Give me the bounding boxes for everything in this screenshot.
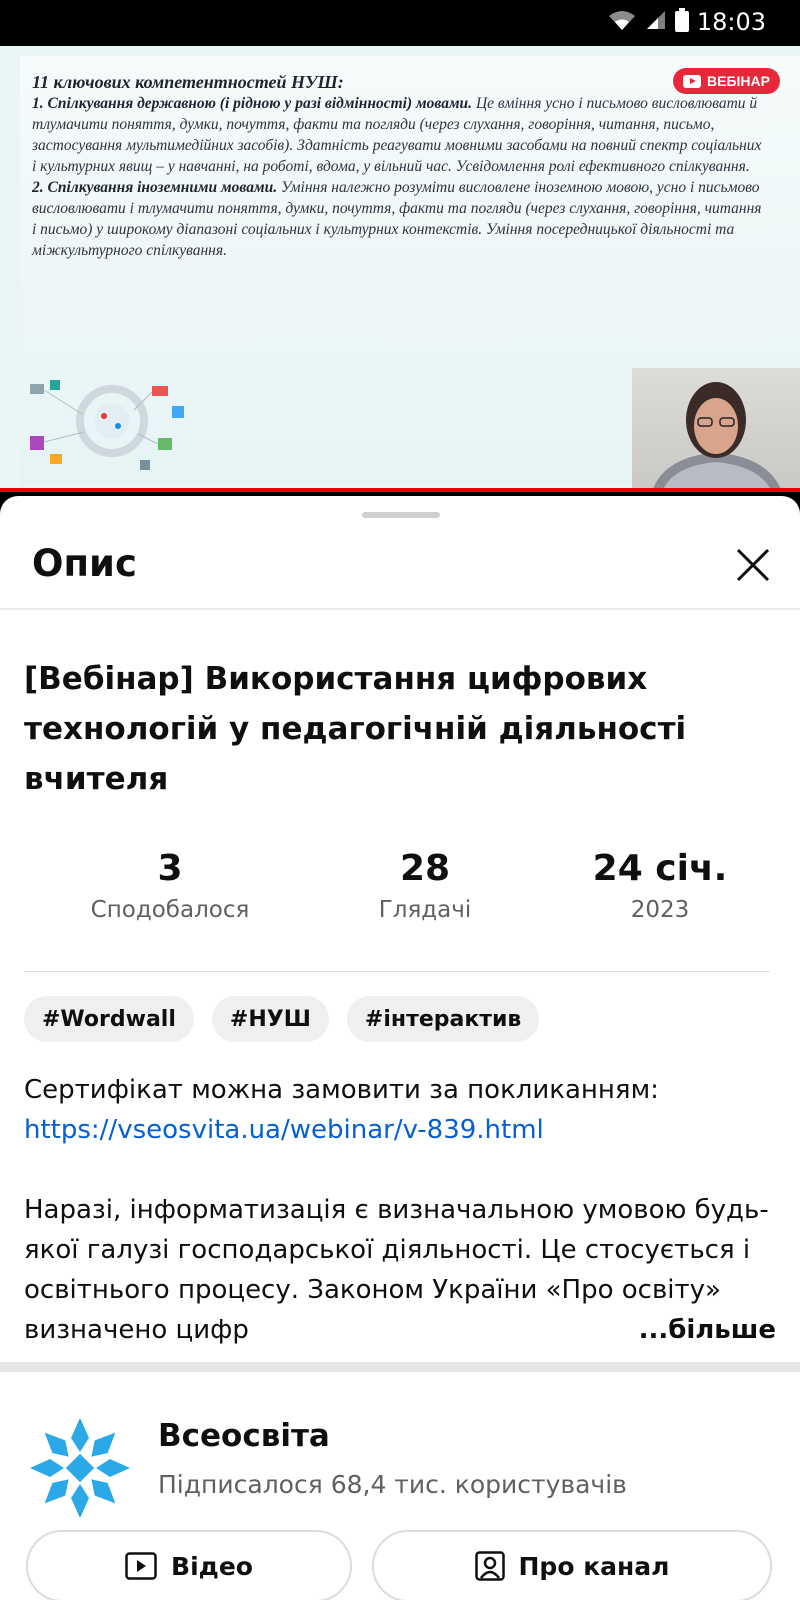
sheet-title: Опис [32,542,137,585]
description-text: Сертифікат можна замовити за покликанням… [24,1070,776,1350]
drag-handle[interactable] [362,512,440,518]
wifi-icon [607,8,637,36]
slide-point-1: 1. Спілкування державною (і рідною у раз… [32,93,762,177]
date-stat: 24 січ. 2023 [540,848,780,923]
section-separator [0,1362,800,1372]
video-title: [Вебінар] Використання цифрових технолог… [24,661,687,797]
views-label: Глядачі [378,897,472,923]
hashtag-chip[interactable]: #Wordwall [24,996,194,1042]
slide-network-graphic [22,376,192,476]
slide-text: 11 ключових компетентностей НУШ: 1. Спіл… [32,72,762,261]
signal-icon [645,9,667,35]
hashtag-list: #Wordwall #НУШ #інтерактив [24,996,540,1042]
slide-title: 11 ключових компетентностей НУШ: [32,72,344,92]
video-progress-bar[interactable] [0,488,800,492]
videos-button-label: Відео [171,1551,253,1581]
about-channel-button-label: Про канал [518,1551,670,1581]
profile-icon [474,1551,505,1581]
status-bar: 18:03 [0,0,800,46]
slide-point-1-heading: 1. Спілкування державною (і рідною у раз… [32,95,473,112]
views-stat: 28 Глядачі [305,848,545,923]
show-more-button[interactable]: ...більше [586,1310,776,1350]
hashtag-chip[interactable]: #НУШ [211,996,329,1042]
presenter-webcam [632,368,800,492]
views-count: 28 [399,848,451,889]
certificate-text: Сертифікат можна замовити за покликанням… [24,1075,659,1105]
likes-stat: 3 Сподобалося [50,848,290,923]
channel-logo-icon[interactable] [28,1416,132,1520]
video-stats: 3 Сподобалося 28 Глядачі 24 січ. 2023 [0,848,800,938]
certificate-link[interactable]: https://vseosvita.ua/webinar/v-839.html [24,1110,776,1150]
description-body: Наразі, інформатизація є визначальною ум… [24,1190,776,1350]
hashtag-chip[interactable]: #інтерактив [346,996,540,1042]
likes-label: Сподобалося [90,897,250,923]
video-player[interactable]: ВЕБІНАР 11 ключових компетентностей НУШ:… [0,46,800,492]
battery-icon [674,8,689,36]
description-sheet: Опис [Вебінар] Використання цифрових тех… [0,496,800,1600]
channel-section: Всеосвіта Підписалося 68,4 тис. користув… [0,1372,800,1600]
status-time: 18:03 [696,8,766,36]
close-icon [736,548,770,582]
about-channel-button[interactable]: Про канал [372,1530,772,1600]
likes-count: 3 [157,848,183,889]
close-button[interactable] [730,542,776,588]
publish-date: 24 січ. [592,848,728,889]
publish-year: 2023 [630,897,690,923]
channel-name[interactable]: Всеосвіта [158,1418,330,1454]
sheet-header: Опис [0,528,800,610]
video-icon [125,1552,157,1580]
subscriber-count: Підписалося 68,4 тис. користувачів [158,1470,627,1499]
slide-point-2-heading: 2. Спілкування іноземними мовами. [32,179,278,196]
slide-point-2: 2. Спілкування іноземними мовами. Уміння… [32,177,762,261]
divider [24,971,770,972]
videos-button[interactable]: Відео [26,1530,352,1600]
